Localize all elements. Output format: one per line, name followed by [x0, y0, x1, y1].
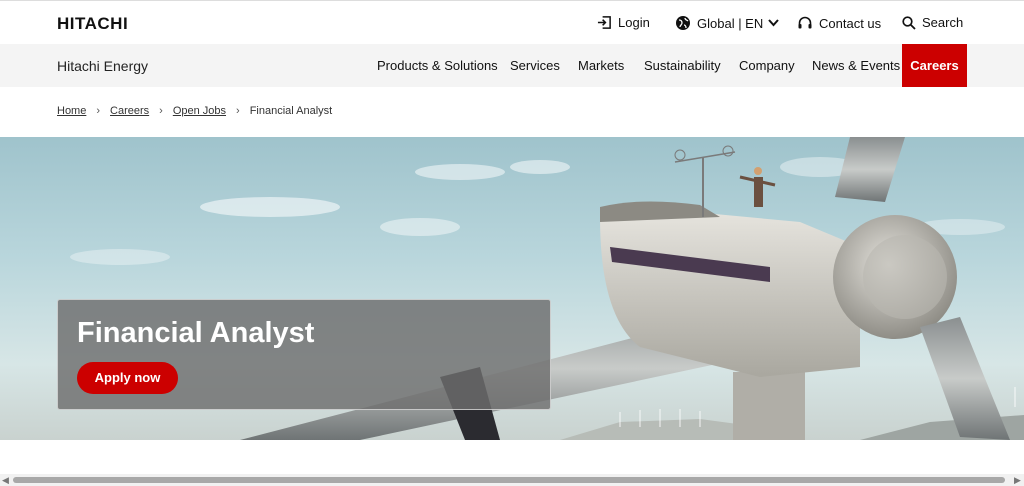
horizontal-scrollbar[interactable]: ◀ ▶ — [0, 474, 1024, 486]
nav-products-solutions[interactable]: Products & Solutions — [377, 44, 498, 87]
hitachi-logo[interactable]: HITACHI — [57, 14, 128, 34]
breadcrumb-current: Financial Analyst — [249, 105, 333, 117]
nav-company[interactable]: Company — [739, 44, 795, 87]
main-nav: Hitachi Energy Products & Solutions Serv… — [0, 44, 1024, 87]
breadcrumb: Home › Careers › Open Jobs › Financial A… — [57, 105, 332, 117]
breadcrumb-separator: › — [159, 105, 163, 117]
headset-icon — [798, 16, 812, 29]
search-button[interactable]: Search — [902, 15, 963, 30]
hero-card: Financial Analyst Apply now — [57, 299, 551, 410]
language-selector[interactable]: Global | EN — [675, 15, 779, 31]
breadcrumb-careers[interactable]: Careers — [110, 105, 149, 117]
scroll-left-icon[interactable]: ◀ — [2, 475, 9, 486]
brand-name[interactable]: Hitachi Energy — [57, 58, 148, 74]
login-link[interactable]: Login — [597, 15, 650, 30]
global-label: Global | EN — [697, 15, 764, 31]
nav-services[interactable]: Services — [510, 44, 560, 87]
top-utility-bar: HITACHI Login Global | EN Contact us Sea… — [0, 0, 1024, 45]
nav-sustainability[interactable]: Sustainability — [644, 44, 721, 87]
search-icon — [902, 15, 916, 30]
contact-us-link[interactable]: Contact us — [797, 15, 881, 31]
nav-markets[interactable]: Markets — [578, 44, 624, 87]
scroll-right-icon[interactable]: ▶ — [1014, 475, 1021, 486]
breadcrumb-separator: › — [96, 105, 101, 117]
login-label: Login — [618, 15, 650, 30]
breadcrumb-open-jobs[interactable]: Open Jobs — [173, 105, 226, 117]
hero-banner: Financial Analyst Apply now — [0, 137, 1024, 440]
apply-now-button[interactable]: Apply now — [77, 362, 178, 394]
search-label: Search — [922, 15, 964, 30]
nav-news-events[interactable]: News & Events — [812, 44, 900, 87]
globe-icon — [676, 16, 690, 30]
job-title: Financial Analyst — [77, 317, 315, 349]
login-icon — [597, 16, 611, 29]
scrollbar-thumb[interactable] — [13, 477, 1005, 483]
chevron-down-icon — [768, 19, 779, 27]
breadcrumb-home[interactable]: Home — [57, 105, 86, 117]
contact-label: Contact us — [819, 15, 882, 31]
breadcrumb-separator: › — [236, 105, 240, 117]
nav-careers[interactable]: Careers — [902, 44, 967, 87]
